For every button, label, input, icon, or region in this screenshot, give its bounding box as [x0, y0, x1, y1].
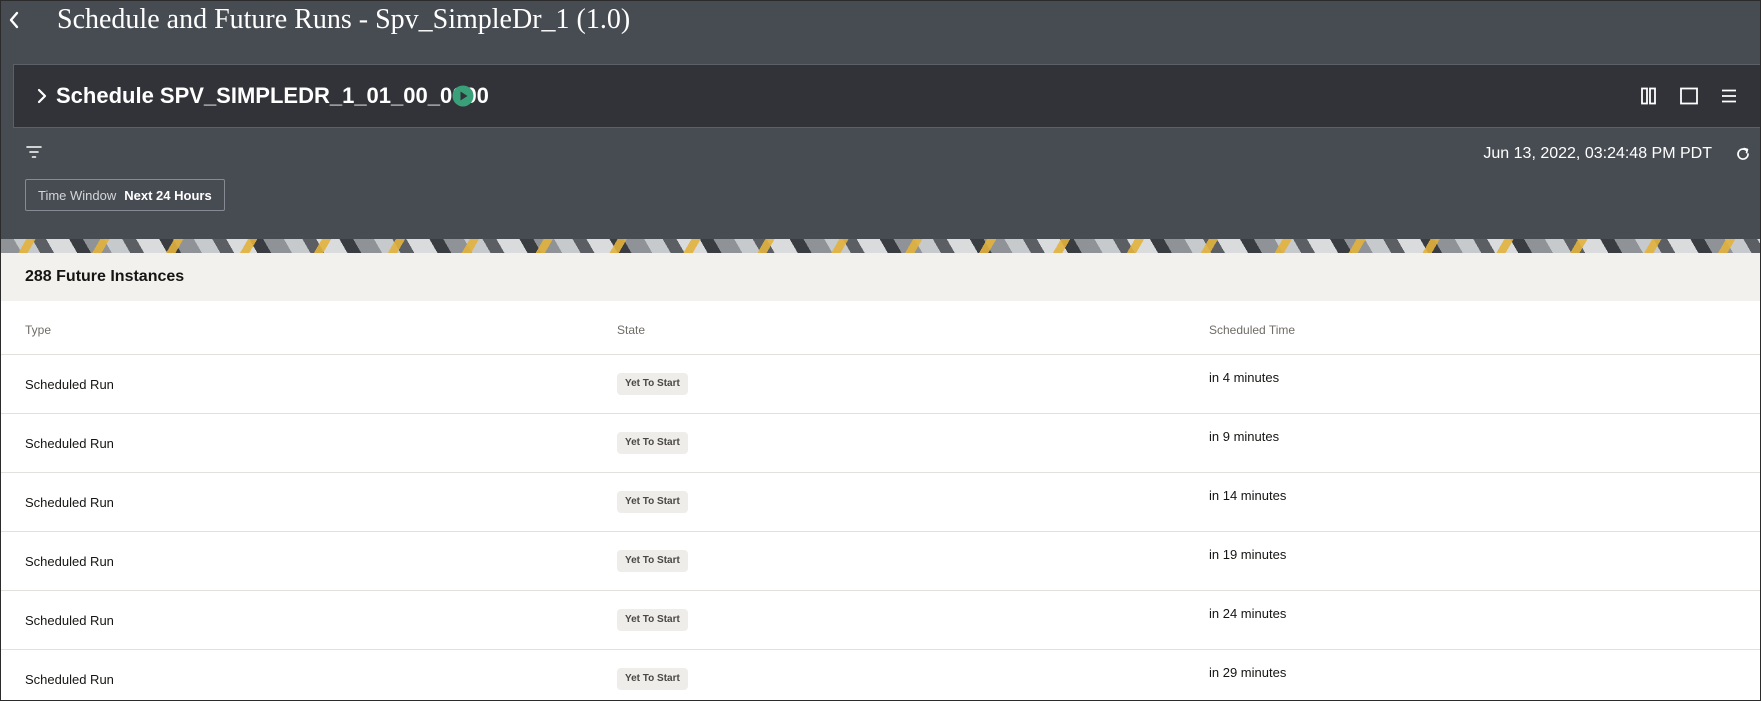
back-button[interactable]	[3, 7, 25, 33]
table-header: Type State Scheduled Time	[1, 301, 1760, 355]
state-badge: Yet To Start	[617, 609, 688, 631]
time-window-filter[interactable]: Time Window Next 24 Hours	[25, 179, 225, 211]
row-type: Scheduled Run	[25, 377, 114, 392]
table-row[interactable]: Scheduled Run Yet To Start in 4 minutes	[1, 355, 1760, 414]
row-scheduled-time: in 29 minutes	[1209, 665, 1287, 680]
row-scheduled-time: in 14 minutes	[1209, 488, 1287, 503]
single-view-button[interactable]	[1676, 83, 1702, 109]
decorative-banner	[1, 239, 1760, 253]
columns-view-button[interactable]	[1636, 83, 1662, 109]
table-row[interactable]: Scheduled Run Yet To Start in 24 minutes	[1, 591, 1760, 650]
row-type: Scheduled Run	[25, 613, 114, 628]
filter-icon	[26, 146, 42, 158]
play-circle-icon	[452, 85, 474, 107]
state-badge: Yet To Start	[617, 668, 688, 690]
schedule-bar: Schedule SPV_SIMPLEDR_1_01_00_0000	[13, 64, 1760, 128]
instances-header: 288 Future Instances	[1, 253, 1760, 301]
row-type: Scheduled Run	[25, 554, 114, 569]
filter-button[interactable]	[23, 142, 45, 162]
time-window-label: Time Window	[38, 187, 117, 203]
state-badge: Yet To Start	[617, 491, 688, 513]
time-window-value: Next 24 Hours	[124, 187, 212, 203]
row-scheduled-time: in 24 minutes	[1209, 606, 1287, 621]
table-row[interactable]: Scheduled Run Yet To Start in 9 minutes	[1, 414, 1760, 473]
schedule-status	[452, 85, 474, 107]
menu-button[interactable]	[1716, 83, 1742, 109]
app-frame: Schedule and Future Runs - Spv_SimpleDr_…	[0, 0, 1761, 701]
page-header: Schedule and Future Runs - Spv_SimpleDr_…	[1, 1, 1760, 239]
row-type: Scheduled Run	[25, 436, 114, 451]
refresh-button[interactable]	[1732, 143, 1754, 165]
chevron-right-icon	[37, 88, 47, 104]
table-row[interactable]: Scheduled Run Yet To Start in 19 minutes	[1, 532, 1760, 591]
state-badge: Yet To Start	[617, 373, 688, 395]
expand-button[interactable]	[32, 84, 52, 108]
table-row[interactable]: Scheduled Run Yet To Start in 29 minutes	[1, 650, 1760, 700]
last-refreshed-timestamp: Jun 13, 2022, 03:24:48 PM PDT	[1483, 145, 1712, 162]
row-type: Scheduled Run	[25, 672, 114, 687]
table-row[interactable]: Scheduled Run Yet To Start in 14 minutes	[1, 473, 1760, 532]
view-controls	[1636, 83, 1742, 109]
chevron-left-icon	[9, 11, 19, 29]
column-header-state[interactable]: State	[617, 323, 645, 337]
square-icon	[1680, 87, 1698, 105]
row-type: Scheduled Run	[25, 495, 114, 510]
column-header-type[interactable]: Type	[25, 323, 51, 337]
schedule-name: Schedule SPV_SIMPLEDR_1_01_00_0000	[56, 83, 489, 108]
state-badge: Yet To Start	[617, 432, 688, 454]
row-scheduled-time: in 9 minutes	[1209, 429, 1280, 444]
row-scheduled-time: in 4 minutes	[1209, 370, 1280, 385]
future-runs-table: Type State Scheduled Time Scheduled Run …	[1, 301, 1760, 700]
columns-icon	[1641, 87, 1656, 105]
page-title: Schedule and Future Runs - Spv_SimpleDr_…	[57, 4, 631, 35]
hamburger-menu-icon	[1722, 89, 1736, 103]
instances-count: 288 Future Instances	[25, 268, 185, 285]
state-badge: Yet To Start	[617, 550, 688, 572]
row-scheduled-time: in 19 minutes	[1209, 547, 1287, 562]
column-header-scheduled-time[interactable]: Scheduled Time	[1209, 323, 1295, 337]
refresh-icon	[1737, 147, 1749, 160]
